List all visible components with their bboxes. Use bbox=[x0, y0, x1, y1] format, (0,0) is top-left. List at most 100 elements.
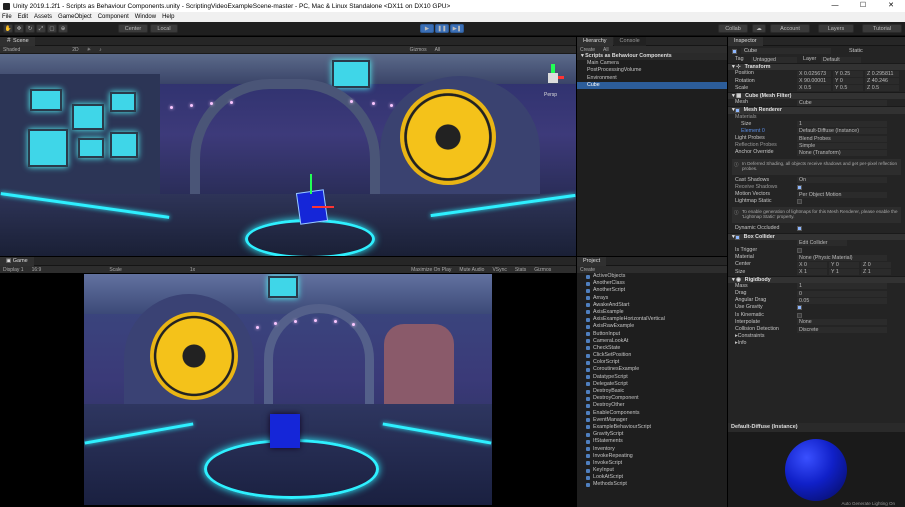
object-active-checkbox[interactable] bbox=[732, 49, 737, 54]
scene-viewport[interactable]: Persp bbox=[0, 54, 576, 256]
rect-tool-icon[interactable]: ▢ bbox=[47, 24, 57, 33]
game-gizmos[interactable]: Gizmos bbox=[534, 267, 551, 273]
project-asset-item[interactable]: ButtonInput bbox=[577, 331, 727, 338]
box-collider-header[interactable]: ▾ Box Collider bbox=[728, 232, 905, 240]
project-asset-item[interactable]: ClickSetPosition bbox=[577, 352, 727, 359]
project-asset-item[interactable]: Inventory bbox=[577, 446, 727, 453]
scale-tool-icon[interactable]: ⤢ bbox=[36, 24, 46, 33]
account-dropdown[interactable]: Account bbox=[770, 24, 810, 33]
project-asset-item[interactable]: InvokeRepeating bbox=[577, 453, 727, 460]
project-asset-item[interactable]: DestroyBasic bbox=[577, 388, 727, 395]
project-asset-item[interactable]: AnotherClass bbox=[577, 280, 727, 287]
project-asset-item[interactable]: DestroyComponent bbox=[577, 395, 727, 402]
hierarchy-item[interactable]: Environment bbox=[577, 75, 727, 82]
maximize-toggle[interactable]: Maximize On Play bbox=[411, 267, 451, 273]
persp-label[interactable]: Persp bbox=[544, 92, 557, 98]
size-z[interactable]: Z 1 bbox=[861, 269, 891, 276]
edit-collider-button[interactable]: Edit Collider bbox=[797, 240, 847, 247]
is-trigger-checkbox[interactable] bbox=[797, 247, 802, 253]
position-y[interactable]: Y 0.25 bbox=[833, 70, 863, 77]
project-asset-item[interactable]: Arrays bbox=[577, 295, 727, 302]
project-asset-item[interactable]: ColorScript bbox=[577, 359, 727, 366]
light-probes-dropdown[interactable]: Blend Probes bbox=[797, 135, 887, 142]
game-viewport[interactable] bbox=[84, 274, 492, 505]
shading-dropdown[interactable]: Shaded bbox=[3, 47, 20, 53]
project-asset-item[interactable]: AxisExample bbox=[577, 309, 727, 316]
center-y[interactable]: Y 0 bbox=[829, 261, 859, 268]
hierarchy-create-dropdown[interactable]: Create bbox=[580, 47, 595, 53]
move-tool-icon[interactable]: ✥ bbox=[14, 24, 24, 33]
gizmos-dropdown[interactable]: Gizmos bbox=[410, 47, 427, 53]
collider-material-field[interactable]: None (Physic Material) bbox=[797, 254, 887, 261]
tab-console[interactable]: Console bbox=[613, 36, 646, 46]
scene-search[interactable]: All bbox=[435, 47, 441, 53]
hand-tool-icon[interactable]: ✋ bbox=[3, 24, 13, 33]
menu-file[interactable]: File bbox=[2, 14, 12, 20]
scene-orientation-gizmo[interactable] bbox=[540, 64, 566, 90]
project-asset-item[interactable]: AxisExampleHorizontalVertical bbox=[577, 316, 727, 323]
transform-tool-icon[interactable]: ⊕ bbox=[58, 24, 68, 33]
close-button[interactable]: ✕ bbox=[877, 0, 905, 12]
project-asset-item[interactable]: CoroutinesExample bbox=[577, 366, 727, 373]
project-asset-item[interactable]: EventManager bbox=[577, 417, 727, 424]
vsync-toggle[interactable]: VSync bbox=[492, 267, 506, 273]
gizmo-x-axis[interactable] bbox=[312, 206, 334, 208]
transform-component-header[interactable]: ▾ ⊹ Transform bbox=[728, 63, 905, 71]
mass-field[interactable]: 1 bbox=[797, 283, 887, 290]
project-asset-item[interactable]: DatatypeScript bbox=[577, 374, 727, 381]
lightmap-static-checkbox[interactable] bbox=[797, 199, 802, 205]
rotate-tool-icon[interactable]: ↻ bbox=[25, 24, 35, 33]
lighting-toggle-icon[interactable]: ☀ bbox=[87, 47, 91, 53]
tab-scene[interactable]: ＃ Scene bbox=[0, 36, 35, 46]
menu-gameobject[interactable]: GameObject bbox=[58, 14, 92, 20]
cloud-icon[interactable]: ☁ bbox=[752, 24, 766, 33]
project-asset-item[interactable]: ActiveObjects bbox=[577, 273, 727, 280]
drag-field[interactable]: 0 bbox=[797, 290, 887, 297]
stats-toggle[interactable]: Stats bbox=[515, 267, 526, 273]
center-x[interactable]: X 0 bbox=[797, 261, 827, 268]
pause-button-icon[interactable]: ❚❚ bbox=[435, 24, 449, 33]
project-asset-item[interactable]: MethodsScript bbox=[577, 481, 727, 488]
aspect-dropdown[interactable]: 16:9 bbox=[32, 267, 42, 273]
menu-help[interactable]: Help bbox=[162, 14, 174, 20]
mute-toggle[interactable]: Mute Audio bbox=[459, 267, 484, 273]
info-foldout[interactable]: ▸ Info bbox=[728, 340, 905, 347]
scale-value[interactable]: 1x bbox=[190, 267, 195, 273]
tab-project[interactable]: Project bbox=[577, 256, 607, 266]
hierarchy-item[interactable]: Main Camera bbox=[577, 60, 727, 67]
motion-vectors-dropdown[interactable]: Per Object Motion bbox=[797, 191, 887, 198]
pivot-toggle[interactable]: Center bbox=[118, 24, 148, 33]
menu-window[interactable]: Window bbox=[135, 14, 156, 20]
scale-x[interactable]: X 0.5 bbox=[797, 85, 831, 92]
object-name-field[interactable]: Cube bbox=[741, 48, 831, 54]
materials-foldout[interactable]: Materials bbox=[728, 114, 905, 121]
project-asset-item[interactable]: KeyInput bbox=[577, 467, 727, 474]
position-z[interactable]: Z 0.295811 bbox=[865, 70, 899, 77]
menu-component[interactable]: Component bbox=[98, 14, 129, 20]
anchor-override-field[interactable]: None (Transform) bbox=[797, 150, 887, 157]
layer-dropdown[interactable]: Default bbox=[821, 56, 861, 63]
2d-toggle[interactable]: 2D bbox=[72, 47, 78, 53]
mesh-filter-header[interactable]: ▾ ▦ Cube (Mesh Filter) bbox=[728, 91, 905, 100]
hierarchy-item-selected[interactable]: Cube bbox=[577, 81, 727, 89]
collab-dropdown[interactable]: Collab bbox=[718, 24, 748, 33]
interpolate-dropdown[interactable]: None bbox=[797, 319, 887, 326]
hierarchy-search[interactable]: All bbox=[603, 47, 609, 53]
hierarchy-item[interactable]: PostProcessingVolume bbox=[577, 67, 727, 74]
constraints-foldout[interactable]: ▸ Constraints bbox=[728, 333, 905, 340]
project-asset-item[interactable]: AwakeAndStart bbox=[577, 302, 727, 309]
gizmo-y-axis[interactable] bbox=[310, 174, 312, 194]
project-asset-item[interactable]: AnotherScript bbox=[577, 287, 727, 294]
rotation-y[interactable]: Y 0 bbox=[833, 78, 863, 85]
minimize-button[interactable]: — bbox=[821, 0, 849, 12]
collision-detection-dropdown[interactable]: Discrete bbox=[797, 326, 887, 333]
position-x[interactable]: X 0.025673 bbox=[797, 70, 831, 77]
preview-sphere[interactable] bbox=[785, 439, 847, 501]
scale-y[interactable]: Y 0.5 bbox=[833, 85, 863, 92]
display-dropdown[interactable]: Display 1 bbox=[3, 267, 24, 273]
is-kinematic-checkbox[interactable] bbox=[797, 312, 802, 318]
project-create-dropdown[interactable]: Create bbox=[580, 267, 595, 273]
size-x[interactable]: X 1 bbox=[797, 269, 827, 276]
size-y[interactable]: Y 1 bbox=[829, 269, 859, 276]
maximize-button[interactable]: ☐ bbox=[849, 0, 877, 12]
